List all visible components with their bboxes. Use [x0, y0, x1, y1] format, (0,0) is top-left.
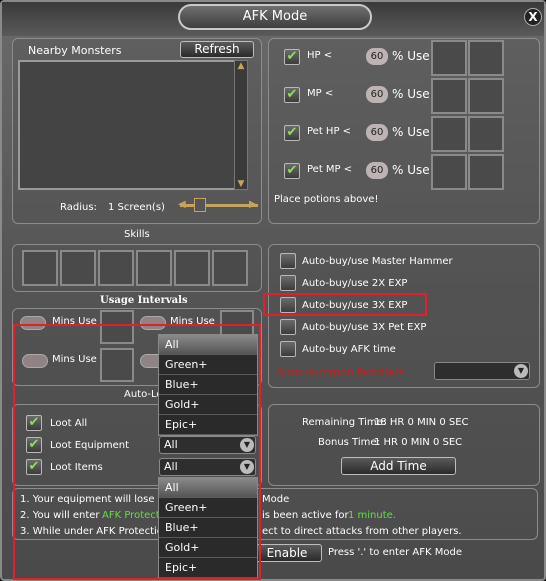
auto-summon-label: Auto-summon familiars — [276, 366, 405, 379]
potions-note: Place potions above! — [274, 194, 379, 205]
scroll-up-icon[interactable]: ▲ — [235, 61, 247, 71]
auto-buy-5-checkbox[interactable] — [280, 341, 296, 357]
hp-checkbox[interactable]: ✔ — [284, 49, 300, 65]
pet-mp-use-label: % Use — [392, 163, 430, 177]
pet-hp-threshold[interactable]: 60 — [366, 124, 388, 141]
slider-thumb[interactable] — [194, 198, 206, 212]
bonus-time-value: 1 HR 0 MIN 0 SEC — [374, 437, 463, 448]
hp-potion-slot-1[interactable] — [431, 40, 467, 76]
skill-slot-3[interactable] — [98, 250, 134, 286]
monster-list-scrollbar[interactable]: ▲ ▼ — [234, 60, 248, 190]
hp-threshold[interactable]: 60 — [366, 48, 388, 65]
info-line-2-green2: 1 minute. — [348, 510, 396, 521]
bonus-time-label: Bonus Time: — [318, 437, 380, 448]
radius-slider[interactable] — [180, 204, 258, 207]
enable-button[interactable]: Enable — [252, 544, 322, 562]
pet-mp-potion-slot-1[interactable] — [431, 154, 467, 190]
monster-list[interactable] — [18, 60, 238, 190]
chevron-down-icon[interactable]: ▼ — [514, 364, 528, 378]
refresh-button[interactable]: Refresh — [180, 41, 254, 58]
afk-hint: Press '.' to enter AFK Mode — [328, 547, 462, 558]
window-title: AFK Mode — [178, 4, 372, 30]
monsters-title: Nearby Monsters — [28, 44, 122, 57]
radius-label: Radius: — [60, 202, 97, 213]
pet-mp-threshold[interactable]: 60 — [366, 162, 388, 179]
auto-buy-4-checkbox[interactable] — [280, 319, 296, 335]
pet-hp-potion-slot-1[interactable] — [431, 116, 467, 152]
scroll-down-icon[interactable]: ▼ — [235, 179, 247, 189]
highlight-loot-area — [13, 324, 261, 580]
add-time-button[interactable]: Add Time — [341, 457, 456, 475]
pet-hp-potion-slot-2[interactable] — [468, 116, 504, 152]
auto-buy-2-label: Auto-buy/use 2X EXP — [302, 278, 408, 289]
close-button[interactable]: X — [524, 8, 542, 26]
pet-hp-label: Pet HP < — [307, 126, 352, 137]
mp-label: MP < — [307, 88, 334, 99]
pet-mp-potion-slot-2[interactable] — [468, 154, 504, 190]
mp-use-label: % Use — [392, 87, 430, 101]
auto-summon-dropdown[interactable]: ▼ — [434, 362, 530, 380]
pet-hp-use-label: % Use — [392, 125, 430, 139]
mp-checkbox[interactable]: ✔ — [284, 87, 300, 103]
mp-potion-slot-2[interactable] — [468, 78, 504, 114]
auto-buy-1-checkbox[interactable] — [280, 253, 296, 269]
highlight-3x-exp — [263, 293, 427, 316]
auto-buy-2-checkbox[interactable] — [280, 275, 296, 291]
skill-slot-5[interactable] — [174, 250, 210, 286]
slider-left-icon[interactable]: ◀ — [178, 199, 188, 211]
mp-threshold[interactable]: 60 — [366, 86, 388, 103]
auto-buy-1-label: Auto-buy/use Master Hammer — [302, 256, 453, 267]
auto-buy-5-label: Auto-buy AFK time — [302, 344, 396, 355]
skill-slot-2[interactable] — [60, 250, 96, 286]
afk-mode-window: AFK Mode X Nearby Monsters Refresh ▲ ▼ R… — [0, 0, 546, 581]
hp-potion-slot-2[interactable] — [468, 40, 504, 76]
hp-label: HP < — [307, 50, 333, 61]
hp-use-label: % Use — [392, 49, 430, 63]
info-line-1b: Mode — [262, 494, 290, 505]
skills-title: Skills — [124, 229, 150, 240]
info-line-2b: is been active for — [262, 510, 349, 521]
usage-intervals-title: Usage Intervals — [100, 295, 188, 306]
info-line-3b: ect to direct attacks from other players… — [262, 526, 462, 537]
radius-value: 1 Screen(s) — [108, 202, 165, 213]
pet-mp-label: Pet MP < — [307, 164, 353, 175]
skill-slot-6[interactable] — [212, 250, 248, 286]
skill-slot-4[interactable] — [136, 250, 172, 286]
auto-buy-4-label: Auto-buy/use 3X Pet EXP — [302, 322, 427, 333]
slider-right-icon[interactable]: ▶ — [249, 199, 259, 211]
pet-hp-checkbox[interactable]: ✔ — [284, 125, 300, 141]
skill-slot-1[interactable] — [22, 250, 58, 286]
pet-mp-checkbox[interactable]: ✔ — [284, 163, 300, 179]
remaining-time-value: 18 HR 0 MIN 0 SEC — [374, 417, 469, 428]
mp-potion-slot-1[interactable] — [431, 78, 467, 114]
